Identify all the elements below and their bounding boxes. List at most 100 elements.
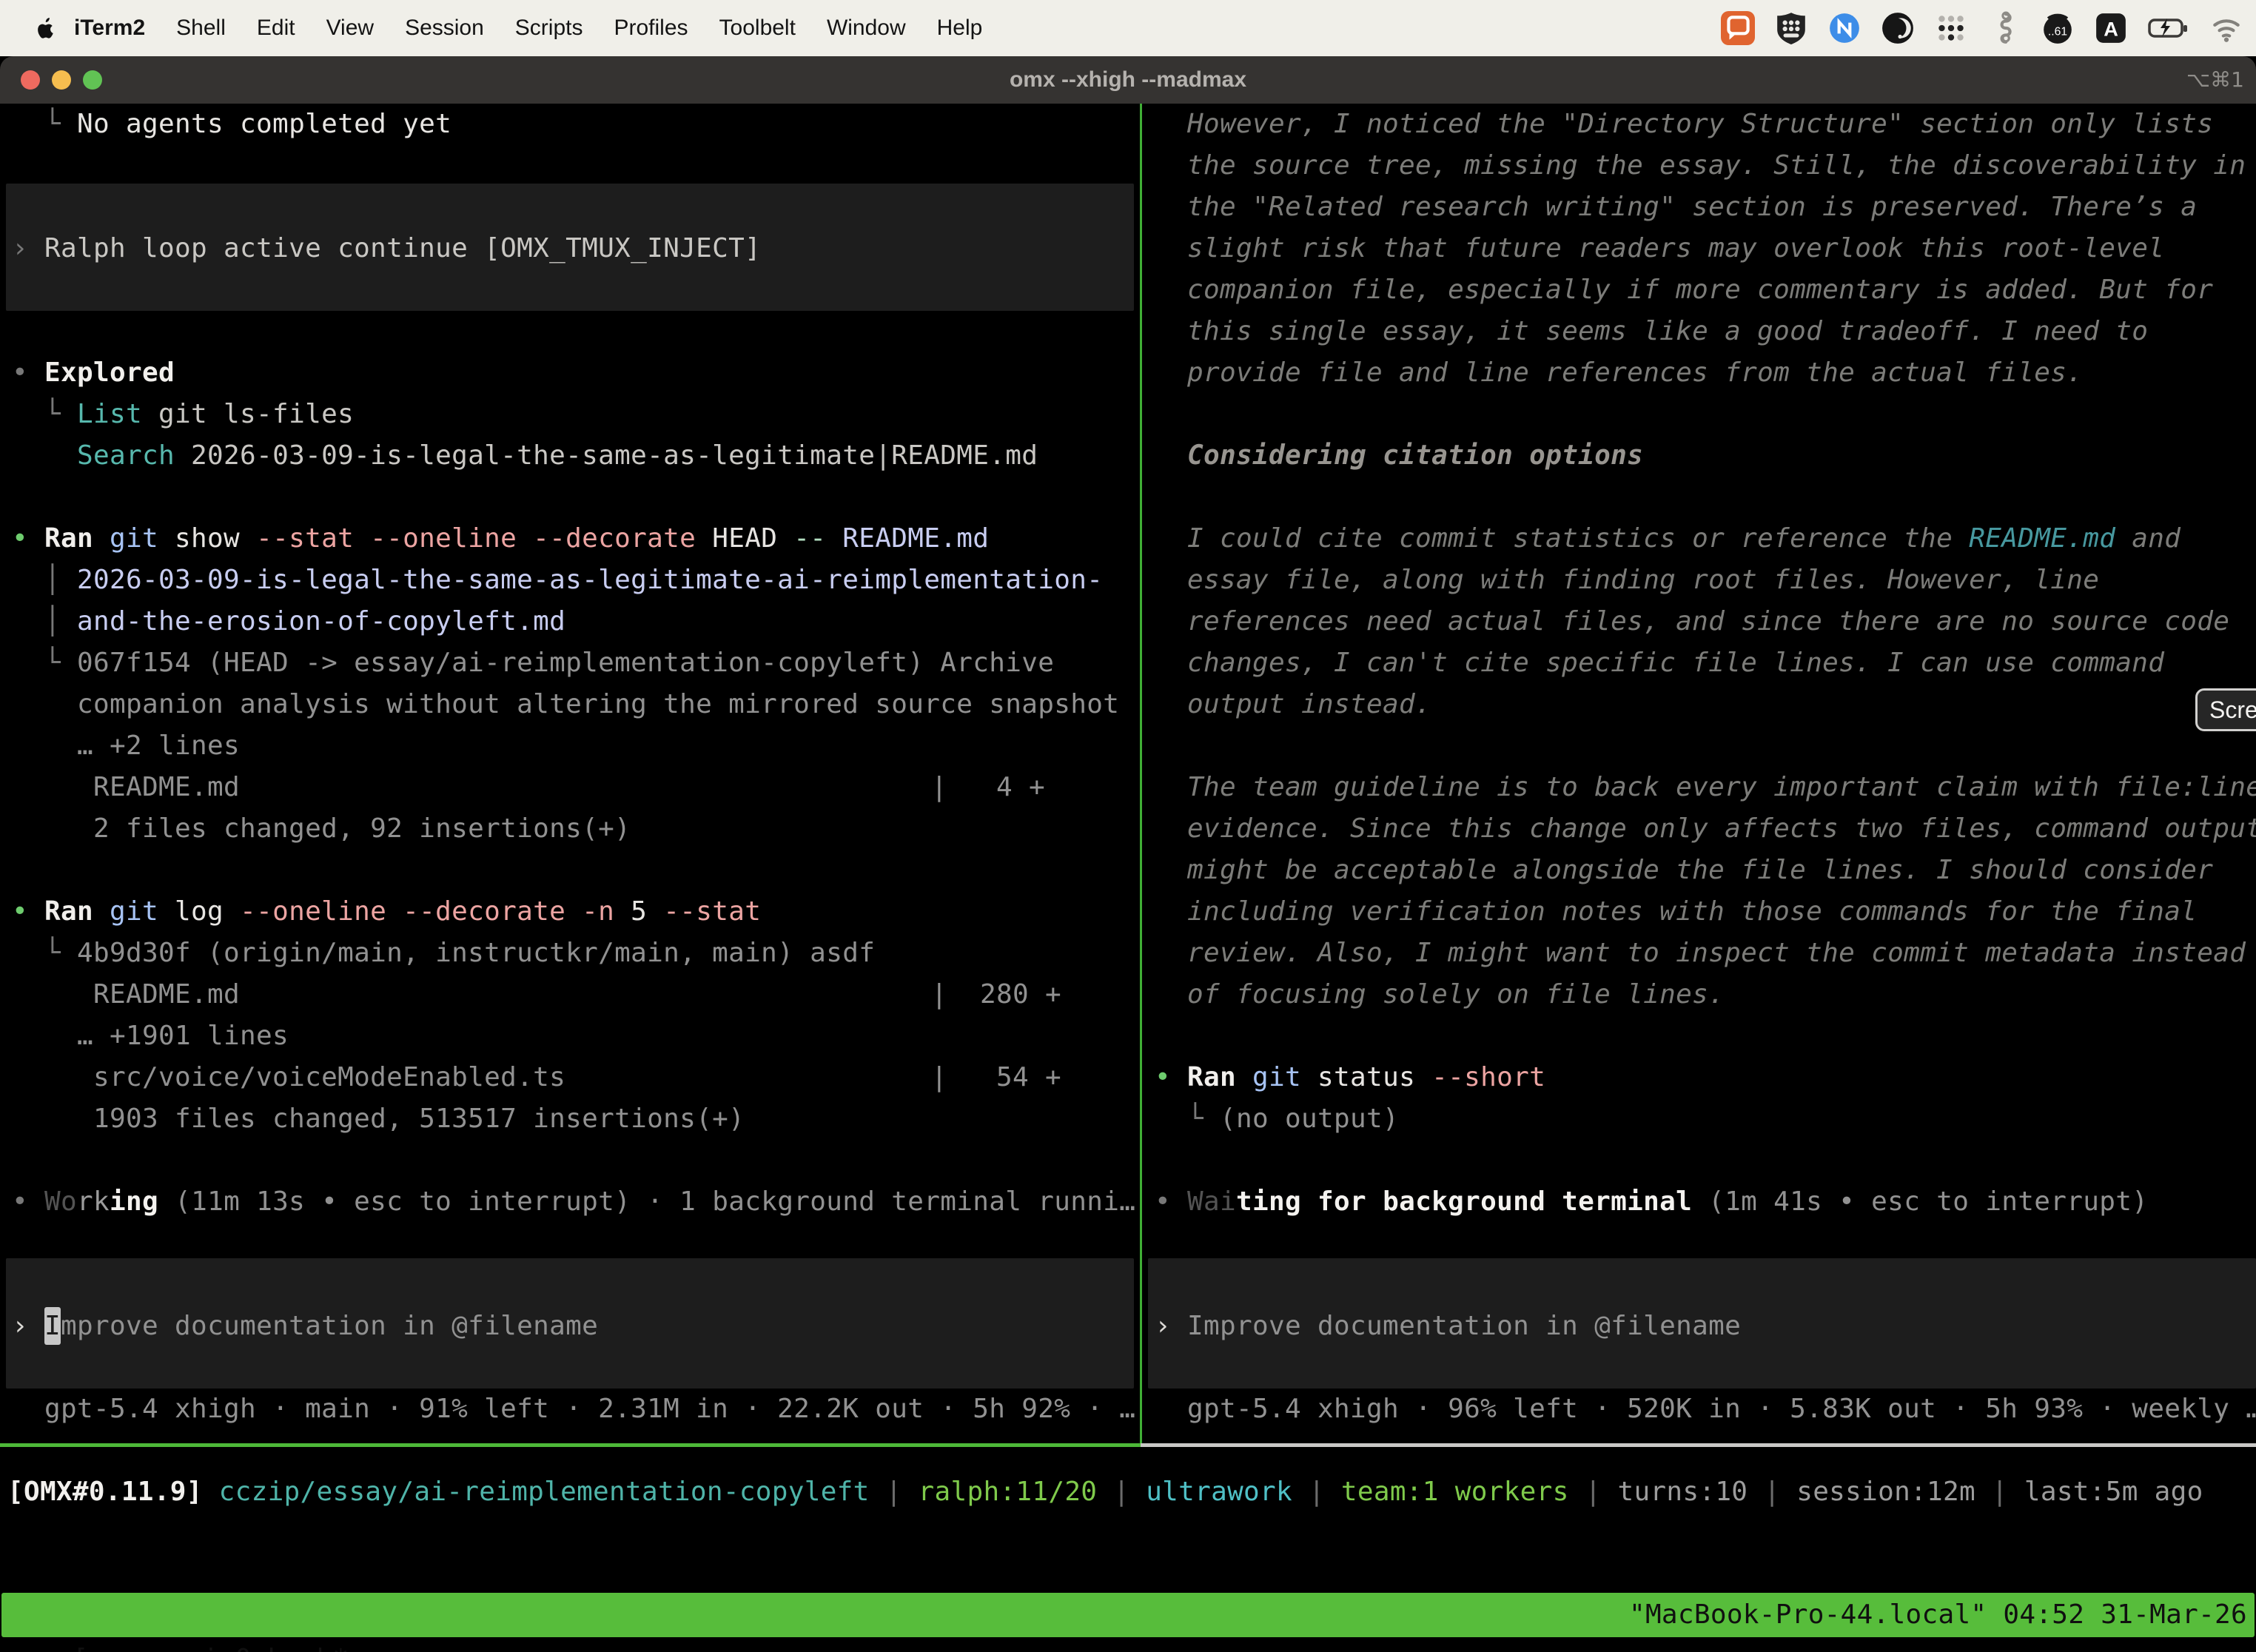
text-segment: … +1901 lines — [12, 1021, 289, 1051]
terminal-row: src/voice/voiceModeEnabled.ts| 54 + — [0, 1057, 1140, 1098]
terminal-row: 1903 files changed, 513517 insertions(+) — [0, 1098, 1140, 1140]
terminal-row: • Ran git status --short — [1142, 1057, 2256, 1098]
status-segment: | — [1585, 1477, 1602, 1507]
keyboard-icon[interactable] — [1773, 10, 1809, 46]
menu-items: iTerm2ShellEditViewSessionScriptsProfile… — [55, 16, 998, 41]
menu-item-help[interactable]: Help — [921, 16, 998, 41]
terminal-row: provide file and line references from th… — [1142, 352, 2256, 394]
text-segment: 1903 files changed, 513517 insertions(+) — [12, 1104, 745, 1134]
battery-icon[interactable] — [2146, 10, 2191, 46]
timer-badge[interactable]: ..61 — [2040, 10, 2075, 46]
terminal-row: The team guideline is to back every impo… — [1142, 767, 2256, 808]
terminal-row — [0, 477, 1140, 518]
text-segment: and — [2115, 523, 2181, 554]
text-segment: --short — [1415, 1062, 1545, 1092]
terminal-row: essay file, along with finding root file… — [1142, 560, 2256, 601]
text-segment: | 4 + — [931, 767, 1045, 808]
text-segment: --stat --oneline --decorate — [240, 523, 696, 554]
menu-item-view[interactable]: View — [311, 16, 389, 41]
terminal-row: • Explored — [0, 352, 1140, 394]
text-segment: evidence. Since this change only affects… — [1155, 813, 2256, 844]
shortcuts-icon[interactable] — [1987, 10, 2022, 46]
display-moon-icon[interactable] — [1880, 10, 1916, 46]
terminal-row — [0, 1264, 1140, 1306]
omx-status-line: [OMX#0.11.9] cczip/essay/ai-reimplementa… — [0, 1468, 2256, 1516]
text-segment: │ — [12, 565, 77, 595]
iterm-window: omx --xhigh --madmax ⌥⌘1 └ No agents com… — [0, 56, 2256, 1652]
menu-item-shell[interactable]: Shell — [161, 16, 241, 41]
status-segment: session:12m — [1780, 1477, 1992, 1507]
dots-grid-icon[interactable] — [1933, 10, 1969, 46]
terminal-row — [0, 269, 1140, 311]
apple-menu-icon[interactable] — [33, 16, 55, 41]
window-shortcut-badge: ⌥⌘1 — [2186, 56, 2244, 104]
terminal-row — [1142, 477, 2256, 518]
terminal-pane-left[interactable]: └ No agents completed yet› Ralph loop ac… — [0, 104, 1140, 1445]
pane-bottom-border-active — [0, 1443, 1141, 1447]
text-segment: review. Also, I might want to inspect th… — [1155, 938, 2246, 968]
text-segment: • — [1155, 1062, 1187, 1092]
terminal-row — [1142, 1015, 2256, 1057]
terminal-row: evidence. Since this change only affects… — [1142, 808, 2256, 850]
prompt-input-line[interactable]: › Improve documentation in @filename — [0, 1306, 1140, 1347]
status-segment: | — [886, 1477, 902, 1507]
text-segment: Considering citation options — [1155, 440, 1643, 471]
text-segment: ting for background terminal — [1236, 1186, 1692, 1217]
terminal-row: gpt-5.4 xhigh · 96% left · 520K in · 5.8… — [1142, 1389, 2256, 1430]
wifi-icon[interactable] — [2209, 10, 2244, 46]
terminal-row: slight risk that future readers may over… — [1142, 228, 2256, 269]
menu-item-profiles[interactable]: Profiles — [598, 16, 703, 41]
text-segment: Ralph loop active continue [OMX_TMUX_INJ… — [44, 233, 761, 263]
menu-item-window[interactable]: Window — [811, 16, 921, 41]
text-segment: -- — [777, 523, 826, 554]
terminal-row — [0, 850, 1140, 891]
terminal-row — [0, 1347, 1140, 1389]
terminal-row: Considering citation options — [1142, 435, 2256, 477]
terminal-row — [1142, 1140, 2256, 1181]
terminal-row: │ and-the-erosion-of-copyleft.md — [0, 601, 1140, 642]
menu-item-toolbelt[interactable]: Toolbelt — [704, 16, 811, 41]
text-segment: ing — [110, 1186, 158, 1217]
terminal-row: I could cite commit statistics or refere… — [1142, 518, 2256, 560]
terminal-row: of focusing solely on file lines. — [1142, 974, 2256, 1015]
terminal-row: companion file, especially if more comme… — [1142, 269, 2256, 311]
text-segment: Wo — [44, 1186, 77, 1217]
prompt-input-line[interactable]: › Improve documentation in @filename — [1142, 1306, 2256, 1347]
text-segment: 4b9d30f (origin/main, instructkr/main, m… — [77, 938, 875, 968]
text-segment: No agents completed yet — [77, 109, 451, 139]
text-segment: slight risk that future readers may over… — [1155, 233, 2164, 263]
text-segment: gpt-5.4 xhigh · 96% left · 520K in · 5.8… — [1155, 1394, 2256, 1424]
text-segment: and-the-erosion-of-copyleft.md — [77, 606, 565, 637]
status-segment: turns:10 — [1602, 1477, 1765, 1507]
text-segment: Wai — [1187, 1186, 1236, 1217]
terminal-row: README.md| 280 + — [0, 974, 1140, 1015]
text-segment: log — [158, 896, 224, 927]
menu-item-edit[interactable]: Edit — [241, 16, 311, 41]
window-titlebar[interactable]: omx --xhigh --madmax ⌥⌘1 — [0, 56, 2256, 104]
tmux-session-label: [omx-cczip0:bash* — [67, 1637, 349, 1652]
terminal-row: └ (no output) — [1142, 1098, 2256, 1140]
terminal-row — [0, 1430, 1140, 1445]
menu-item-iterm2[interactable]: iTerm2 — [55, 16, 161, 41]
terminal-row — [0, 1140, 1140, 1181]
terminal-row — [0, 187, 1140, 228]
menu-bar: iTerm2ShellEditViewSessionScriptsProfile… — [0, 0, 2256, 56]
text-segment: this single essay, it seems like a good … — [1155, 316, 2148, 346]
input-source-badge[interactable]: A — [2093, 10, 2129, 46]
terminal-pane-right[interactable]: However, I noticed the "Directory Struct… — [1142, 104, 2256, 1445]
text-segment: references need actual files, and since … — [1155, 606, 2229, 637]
status-segment: [OMX#0.11.9] — [7, 1477, 203, 1507]
text-segment: └ — [12, 648, 77, 678]
network-badge-icon[interactable] — [1827, 10, 1862, 46]
pane-divider[interactable] — [1140, 104, 1142, 1443]
text-segment: companion analysis without altering the … — [12, 689, 1119, 719]
text-segment: 2026-03-09-is-legal-the-same-as-legitima… — [77, 565, 1103, 595]
menu-item-session[interactable]: Session — [389, 16, 500, 41]
window-title: omx --xhigh --madmax — [0, 56, 2256, 104]
terminal-rows-left: └ No agents completed yet› Ralph loop ac… — [0, 104, 1140, 1445]
terminal-row: │ 2026-03-09-is-legal-the-same-as-legiti… — [0, 560, 1140, 601]
terminal-row: changes, I can't cite specific file line… — [1142, 642, 2256, 684]
terminal-row: gpt-5.4 xhigh · main · 91% left · 2.31M … — [0, 1389, 1140, 1430]
menu-item-scripts[interactable]: Scripts — [500, 16, 599, 41]
screen-share-icon[interactable] — [1720, 10, 1756, 46]
